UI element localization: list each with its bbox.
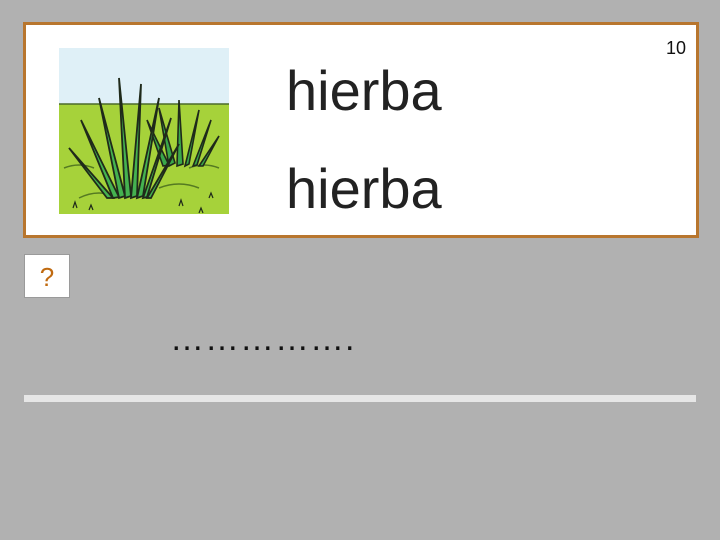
- word-text-2: hierba: [286, 157, 442, 220]
- word-card: hierba hierba 10: [23, 22, 699, 238]
- answer-line: [24, 395, 696, 402]
- question-button[interactable]: ?: [24, 254, 70, 298]
- question-mark-label: ?: [39, 262, 55, 292]
- slide: hierba hierba 10 ? …………….: [0, 0, 720, 540]
- page-number: 10: [665, 38, 686, 58]
- word-text-1: hierba: [286, 59, 442, 122]
- grass-illustration-icon: [59, 48, 229, 214]
- answer-blank: …………….: [170, 320, 356, 358]
